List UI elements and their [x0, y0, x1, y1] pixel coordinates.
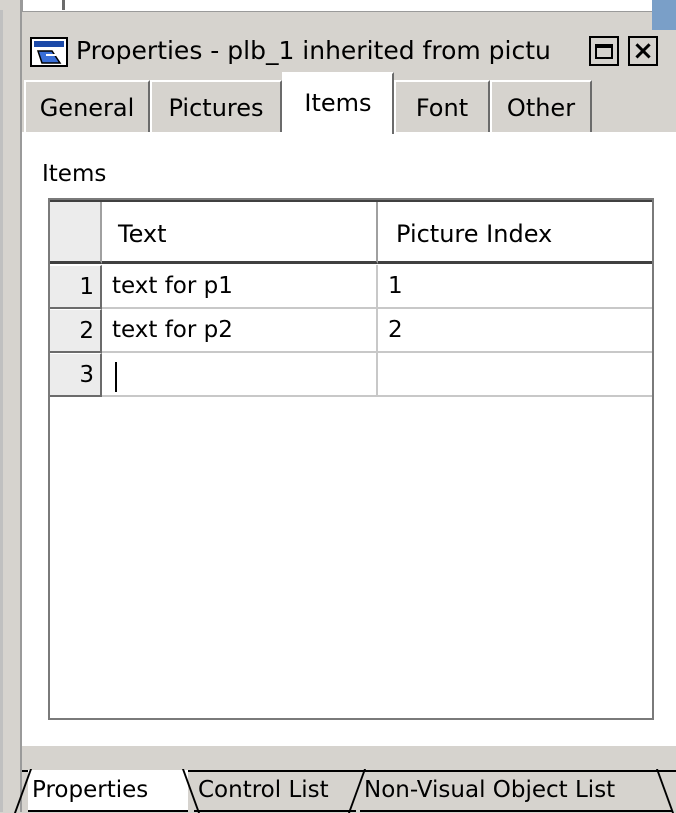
text-cell-editing[interactable]	[102, 353, 378, 397]
tab-font[interactable]: Font	[394, 80, 490, 136]
maximize-icon	[595, 43, 613, 59]
tab-items[interactable]: Items	[282, 72, 394, 134]
grid-corner-header	[50, 202, 102, 264]
top-toolbar-edge	[22, 0, 652, 12]
left-rail	[0, 0, 22, 812]
window-accent	[652, 0, 676, 30]
items-label: Items	[42, 161, 107, 187]
bottom-tab-control-list[interactable]: Control List	[194, 770, 356, 812]
tab-other[interactable]: Other	[490, 80, 592, 136]
text-cell[interactable]: text for p1	[102, 265, 378, 309]
maximize-button[interactable]	[589, 36, 619, 66]
properties-icon	[30, 37, 68, 67]
tab-pictures[interactable]: Pictures	[150, 80, 282, 136]
picture-index-cell[interactable]	[378, 353, 652, 397]
text-cell[interactable]: text for p2	[102, 309, 378, 353]
text-caret	[115, 362, 117, 392]
tab-general[interactable]: General	[24, 80, 150, 136]
column-header-text[interactable]: Text	[102, 202, 378, 264]
column-header-picture-index[interactable]: Picture Index	[378, 202, 652, 264]
bottom-tab-properties[interactable]: Properties	[28, 770, 188, 812]
close-button[interactable]: ×	[628, 36, 658, 66]
window-title: Properties - plb_1 inherited from pictu	[76, 36, 551, 65]
bottom-tab-non-visual-object-list[interactable]: Non-Visual Object List	[360, 770, 672, 812]
row-header[interactable]: 1	[50, 265, 102, 309]
left-rail-shadow	[0, 10, 3, 812]
row-header[interactable]: 3	[50, 353, 102, 397]
row-header[interactable]: 2	[50, 309, 102, 353]
top-toolbar-tick	[62, 0, 65, 10]
picture-index-cell[interactable]: 1	[378, 265, 652, 309]
picture-index-cell[interactable]: 2	[378, 309, 652, 353]
